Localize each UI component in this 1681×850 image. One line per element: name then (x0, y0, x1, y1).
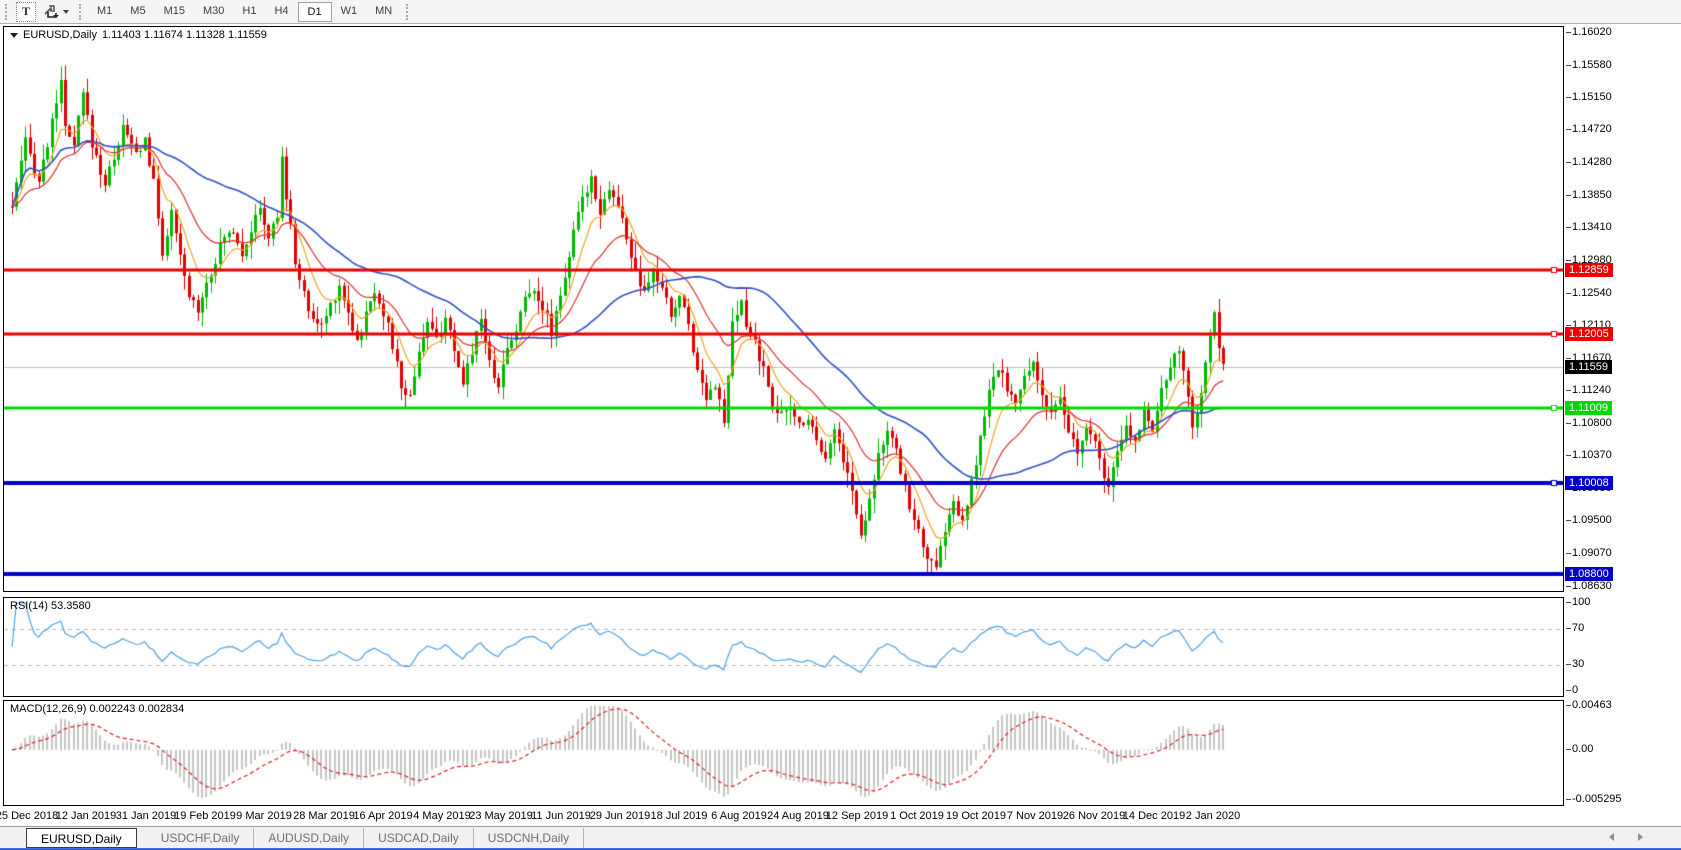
date-axis[interactable]: 25 Dec 2018 12 Jan 2019 31 Jan 2019 19 Feb … (0, 807, 1564, 826)
chart-window: EURUSD,Daily 1.11403 1.11674 1.11328 1.1… (0, 24, 1681, 850)
price-tick: 1.10800 (1566, 417, 1612, 429)
macd-label: MACD(12,26,9) 0.002243 0.002834 (10, 703, 185, 715)
chart-ohlc-values: 1.11403 1.11674 1.11328 1.11559 (101, 29, 267, 41)
symbol-dropdown-icon[interactable] (10, 32, 18, 38)
timeframe-button-m1[interactable]: M1 (88, 2, 121, 22)
price-tick: 1.10370 (1566, 449, 1612, 461)
price-tick: 1.09070 (1566, 547, 1612, 559)
price-level-tag: 1.12005 (1565, 327, 1613, 341)
timeframe-button-m30[interactable]: M30 (194, 2, 233, 22)
date-label: 18 Jul 2019 (650, 810, 708, 822)
date-label: 6 Aug 2019 (711, 810, 767, 822)
date-label: 14 Dec 2019 (1122, 810, 1186, 822)
date-label: 19 Oct 2019 (946, 810, 1006, 822)
rsi-scale-tick: 30 (1565, 658, 1585, 670)
rsi-scale-tick: 100 (1565, 596, 1591, 608)
macd-indicator-panel: MACD(12,26,9) 0.002243 0.002834 (3, 700, 1564, 806)
price-level-tag: 1.11009 (1565, 401, 1612, 415)
arrange-charts-button[interactable] (40, 2, 72, 22)
timeframe-button-h4[interactable]: H4 (265, 2, 297, 22)
cascade-arrows-icon (44, 4, 59, 18)
tab-scroll-left-icon[interactable] (1609, 833, 1614, 841)
rsi-indicator-panel: RSI(14) 53.3580 (3, 597, 1564, 697)
date-label: 12 Jan 2019 (55, 810, 117, 822)
application-toolbar: T M1 M5 M15 M30 H1 H4 D1 W1 MN (0, 0, 1681, 24)
rsi-canvas[interactable] (4, 598, 1563, 696)
chart-tab-bar: EURUSD,Daily USDCHF,Daily AUDUSD,Daily U… (0, 826, 1681, 848)
price-tick: 1.08630 (1566, 580, 1612, 592)
main-chart-panel: EURUSD,Daily 1.11403 1.11674 1.11328 1.1… (3, 26, 1564, 592)
tab-scroll-right-icon[interactable] (1638, 833, 1643, 841)
chart-symbol: EURUSD,Daily (23, 29, 97, 41)
rsi-scale-tick: 70 (1565, 622, 1585, 634)
timeframe-button-h1[interactable]: H1 (233, 2, 265, 22)
date-label: 11 Jun 2019 (531, 810, 591, 822)
price-level-tag: 1.10008 (1565, 476, 1613, 490)
chart-tab-usdchf[interactable]: USDCHF,Daily (147, 827, 255, 848)
price-tick: 1.15150 (1566, 91, 1612, 103)
date-label: 7 Nov 2019 (1006, 810, 1064, 822)
toolbar-grip[interactable] (79, 3, 83, 20)
date-label: 19 Feb 2019 (174, 810, 236, 822)
date-label: 26 Nov 2019 (1062, 810, 1126, 822)
date-label: 25 Dec 2018 (0, 810, 59, 822)
price-axis[interactable]: 1.16020 1.15580 1.15150 1.14720 1.14280 1.138… (1564, 24, 1681, 850)
tab-scroll-buttons (1609, 833, 1643, 841)
macd-canvas[interactable] (4, 701, 1563, 805)
price-tick: 1.14720 (1566, 123, 1612, 135)
rsi-scale-tick: 0 (1565, 684, 1579, 696)
date-label: 1 Oct 2019 (890, 810, 944, 822)
price-level-tag: 1.11559 (1565, 360, 1612, 374)
chart-tab-usdcnh[interactable]: USDCNH,Daily (474, 827, 585, 848)
date-label: 2 Jan 2020 (1185, 810, 1241, 822)
date-label: 4 May 2019 (413, 810, 471, 822)
date-label: 12 Sep 2019 (825, 810, 889, 822)
date-label: 24 Aug 2019 (767, 810, 829, 822)
toolbar-grip[interactable] (406, 3, 410, 20)
timeframe-button-w1[interactable]: W1 (332, 2, 367, 22)
text-tool-icon: T (21, 4, 30, 18)
price-tick: 1.11240 (1566, 384, 1611, 396)
date-label: 29 Jun 2019 (589, 810, 651, 822)
price-tick: 1.13410 (1566, 221, 1612, 233)
chart-title: EURUSD,Daily 1.11403 1.11674 1.11328 1.1… (10, 29, 267, 41)
timeframe-button-m15[interactable]: M15 (155, 2, 194, 22)
chart-tab-eurusd[interactable]: EURUSD,Daily (26, 827, 137, 848)
timeframe-button-d1[interactable]: D1 (297, 1, 332, 22)
price-level-tag: 1.08800 (1565, 567, 1613, 581)
price-tick: 1.09500 (1566, 514, 1612, 526)
date-label: 23 May 2019 (469, 810, 533, 822)
date-label: 31 Jan 2019 (115, 810, 177, 822)
date-label: 9 Mar 2019 (236, 810, 292, 822)
date-label: 16 Apr 2019 (353, 810, 413, 822)
chart-tab-audusd[interactable]: AUDUSD,Daily (254, 827, 365, 848)
price-tick: 1.16020 (1566, 26, 1612, 38)
timeframe-button-mn[interactable]: MN (366, 2, 401, 22)
price-tick: 1.14280 (1566, 156, 1612, 168)
toolbar-grip[interactable] (5, 3, 9, 20)
chart-tab-usdcad[interactable]: USDCAD,Daily (364, 827, 474, 848)
price-tick: 1.13850 (1566, 189, 1612, 201)
macd-scale-tick: 0.00463 (1566, 699, 1612, 711)
text-tool-button[interactable]: T (16, 1, 36, 22)
date-label: 28 Mar 2019 (293, 810, 355, 822)
main-chart-canvas[interactable] (4, 27, 1563, 591)
macd-scale-tick: -0.005295 (1566, 793, 1622, 805)
timeframe-button-m5[interactable]: M5 (121, 2, 154, 22)
price-tick: 1.15580 (1566, 59, 1612, 71)
rsi-label: RSI(14) 53.3580 (10, 600, 91, 612)
price-tick: 1.12540 (1566, 287, 1612, 299)
macd-scale-tick: 0.00 (1565, 743, 1594, 755)
dropdown-caret-icon (63, 9, 69, 14)
price-level-tag: 1.12859 (1565, 263, 1613, 277)
